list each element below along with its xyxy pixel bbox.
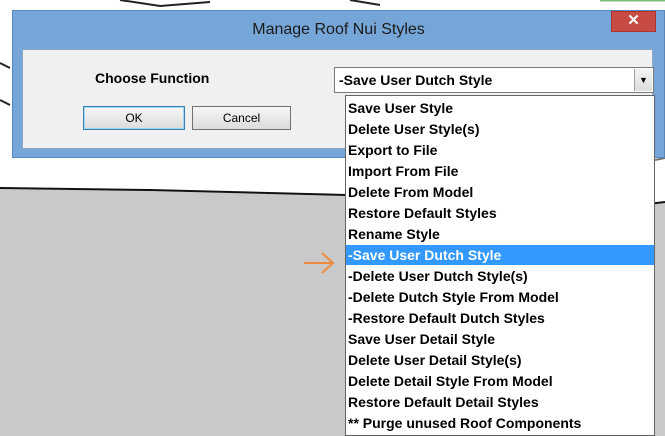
cancel-button[interactable]: Cancel — [192, 106, 291, 130]
function-combobox[interactable]: -Save User Dutch Style ▼ — [334, 67, 654, 93]
dropdown-item[interactable]: Restore Default Detail Styles — [346, 392, 654, 412]
dropdown-item[interactable]: Export to File — [346, 140, 654, 160]
combobox-dropdown-button[interactable]: ▼ — [634, 69, 652, 91]
dropdown-item[interactable]: Import From File — [346, 161, 654, 181]
dropdown-item[interactable]: -Delete Dutch Style From Model — [346, 287, 654, 307]
combobox-selected-value: -Save User Dutch Style — [339, 72, 493, 88]
chevron-down-icon: ▼ — [639, 75, 648, 85]
dropdown-item-selected[interactable]: -Save User Dutch Style — [346, 245, 654, 265]
function-dropdown-list: Save User Style Delete User Style(s) Exp… — [345, 95, 655, 436]
arrow-right-icon — [304, 252, 335, 274]
dialog-titlebar[interactable]: Manage Roof Nui Styles ✕ — [13, 11, 664, 49]
choose-function-label: Choose Function — [95, 70, 210, 86]
close-icon: ✕ — [627, 12, 640, 29]
dropdown-item[interactable]: ** Purge unused Roof Components — [346, 413, 654, 433]
ok-button[interactable]: OK — [83, 106, 185, 130]
dropdown-item[interactable]: Delete From Model — [346, 182, 654, 202]
sketchup-viewport: Manage Roof Nui Styles ✕ Choose Function… — [0, 0, 665, 436]
dialog-title: Manage Roof Nui Styles — [252, 21, 425, 38]
dropdown-item[interactable]: Save User Style — [346, 98, 654, 118]
dropdown-item[interactable]: -Restore Default Dutch Styles — [346, 308, 654, 328]
dropdown-item[interactable]: -Delete User Dutch Style(s) — [346, 266, 654, 286]
dropdown-item[interactable]: Delete Detail Style From Model — [346, 371, 654, 391]
dropdown-item[interactable]: Restore Default Styles — [346, 203, 654, 223]
dropdown-item[interactable]: Save User Detail Style — [346, 329, 654, 349]
dropdown-item[interactable]: Rename Style — [346, 224, 654, 244]
dropdown-item[interactable]: Delete User Detail Style(s) — [346, 350, 654, 370]
dropdown-item[interactable]: Delete User Style(s) — [346, 119, 654, 139]
close-button[interactable]: ✕ — [611, 11, 656, 32]
